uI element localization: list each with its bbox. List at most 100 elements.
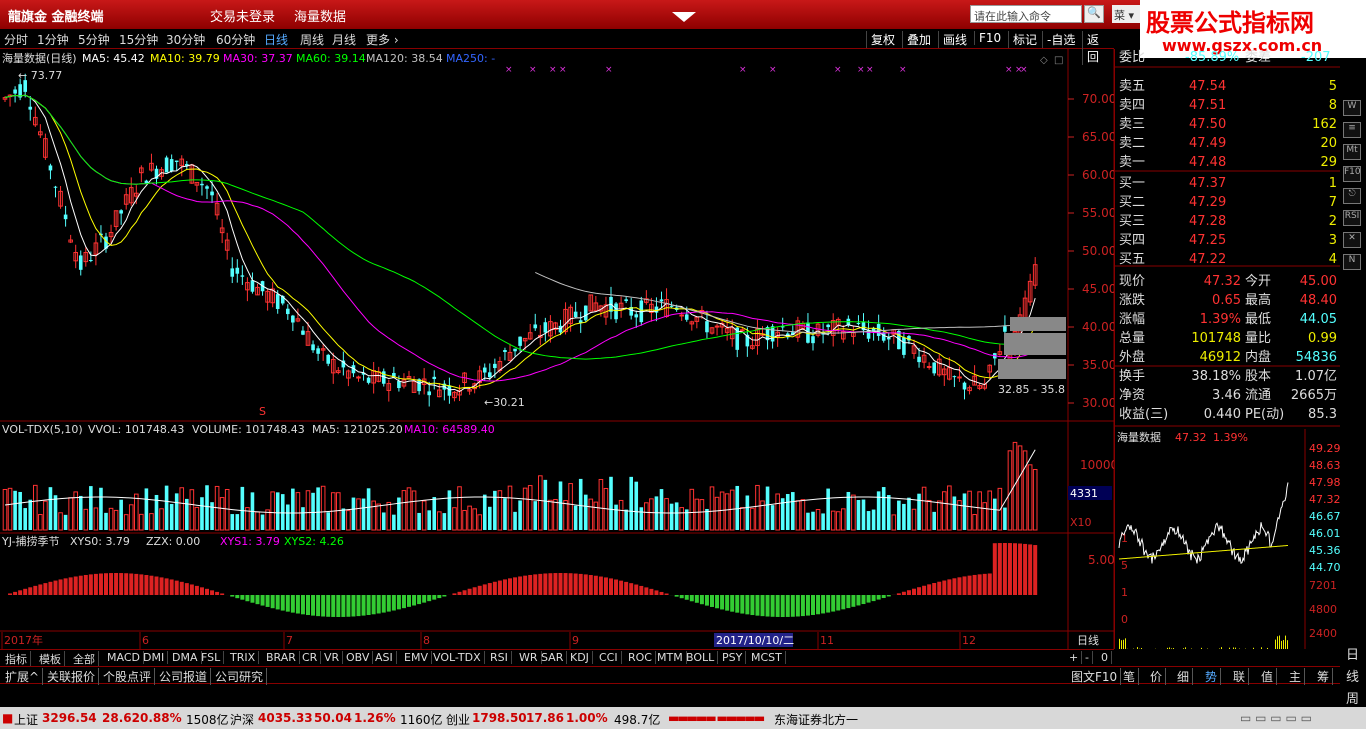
period-0[interactable]: 分时: [4, 31, 28, 48]
mini-tab-3[interactable]: 势: [1202, 668, 1221, 685]
sell-price[interactable]: 47.51: [1189, 98, 1226, 113]
toolbar-button-3[interactable]: F10: [974, 31, 1005, 45]
event-marker[interactable]: ×: [605, 65, 613, 75]
mini-tab-4[interactable]: 联: [1230, 668, 1249, 685]
sell-price[interactable]: 47.54: [1189, 79, 1226, 94]
right-tool-icon-6[interactable]: ✕: [1343, 232, 1361, 248]
menu-stock-name[interactable]: 海量数据: [294, 6, 346, 25]
f10-tab[interactable]: 图文F10: [1068, 668, 1121, 685]
right-vert-label-2[interactable]: 周: [1346, 688, 1359, 707]
main-chart-area[interactable]: 70.00 65.00 60.00 55.00 50.00 45.00 40.00 35.00…: [0, 49, 1114, 649]
command-input[interactable]: 请在此输入命令: [970, 5, 1082, 23]
mini-tab-6[interactable]: 主: [1286, 668, 1305, 685]
bottom-tab-0[interactable]: 扩展^: [2, 668, 43, 685]
right-vert-label-1[interactable]: 线: [1346, 666, 1359, 685]
period-4[interactable]: 30分钟: [166, 31, 205, 48]
nav-button-0[interactable]: +: [1066, 651, 1082, 664]
mini-tab-5[interactable]: 值: [1258, 668, 1277, 685]
diamond-icon[interactable]: ◇: [1040, 55, 1048, 66]
toolbar-button-5[interactable]: -自选: [1042, 31, 1079, 48]
indicator-tab-9[interactable]: CR: [299, 651, 321, 664]
indicator-tab-22[interactable]: BOLL: [683, 651, 718, 664]
indicator-tab-18[interactable]: KDJ: [567, 651, 593, 664]
sell-price[interactable]: 47.50: [1189, 117, 1226, 132]
indicator-tab-12[interactable]: ASI: [372, 651, 397, 664]
buy-price[interactable]: 47.25: [1189, 233, 1226, 248]
buy-price[interactable]: 47.22: [1189, 252, 1226, 267]
indicator-tab-8[interactable]: BRAR: [263, 651, 300, 664]
indicator-tab-0[interactable]: 指标: [2, 651, 31, 667]
event-marker[interactable]: ×: [559, 65, 567, 75]
square-icon[interactable]: □: [1054, 55, 1063, 66]
nav-button-2[interactable]: 0: [1098, 651, 1112, 664]
period-3[interactable]: 15分钟: [119, 31, 158, 48]
period-9[interactable]: 更多 ›: [366, 31, 399, 48]
period-8[interactable]: 月线: [332, 31, 356, 48]
toolbar-button-1[interactable]: 叠加: [902, 31, 935, 48]
mini-tab-2[interactable]: 细: [1174, 668, 1193, 685]
menu-button[interactable]: 菜 ▾: [1112, 5, 1142, 23]
indicator-tab-11[interactable]: OBV: [343, 651, 373, 664]
event-marker[interactable]: ×: [899, 65, 907, 75]
event-marker[interactable]: ×: [529, 65, 537, 75]
menu-login[interactable]: 交易未登录: [210, 6, 275, 25]
buy-price[interactable]: 47.28: [1189, 214, 1226, 229]
collapse-arrow-icon[interactable]: [672, 12, 696, 22]
bottom-tab-1[interactable]: 关联报价: [44, 668, 99, 685]
mini-tab-1[interactable]: 价: [1147, 668, 1166, 685]
mini-tab-7[interactable]: 筹: [1314, 668, 1333, 685]
indicator-tab-13[interactable]: EMV: [401, 651, 432, 664]
bottom-tab-4[interactable]: 公司研究: [212, 668, 267, 685]
toolbar-button-0[interactable]: 复权: [866, 31, 899, 48]
nav-button-1[interactable]: -: [1082, 651, 1093, 664]
indicator-tab-19[interactable]: CCI: [596, 651, 622, 664]
event-marker[interactable]: ×: [505, 65, 513, 75]
event-marker[interactable]: ×: [549, 65, 557, 75]
toolbar-button-2[interactable]: 画线: [938, 31, 971, 48]
period-1[interactable]: 1分钟: [37, 31, 69, 48]
sell-price[interactable]: 47.49: [1189, 136, 1226, 151]
right-vert-label-0[interactable]: 日: [1346, 644, 1359, 663]
indicator-tab-3[interactable]: MACD: [104, 651, 144, 664]
tray-icons[interactable]: ▭ ▭ ▭ ▭ ▭: [1240, 711, 1312, 725]
right-tool-icon-0[interactable]: W: [1343, 100, 1361, 116]
indicator-tab-17[interactable]: SAR: [538, 651, 567, 664]
event-marker[interactable]: ×: [866, 65, 874, 75]
right-tool-icon-3[interactable]: F10: [1343, 166, 1361, 182]
indicator-tab-21[interactable]: MTM: [654, 651, 687, 664]
right-tool-icon-5[interactable]: RSI: [1343, 210, 1361, 226]
indicator-tab-10[interactable]: VR: [321, 651, 343, 664]
indicator-tab-1[interactable]: 模板: [36, 651, 65, 667]
indicator-tab-20[interactable]: ROC: [625, 651, 656, 664]
event-marker[interactable]: ×: [857, 65, 865, 75]
toolbar-button-4[interactable]: 标记: [1008, 31, 1041, 48]
sell-price[interactable]: 47.48: [1189, 155, 1226, 170]
right-tool-icon-1[interactable]: ≡: [1343, 122, 1361, 138]
period-7[interactable]: 周线: [300, 31, 324, 48]
indicator-tab-5[interactable]: DMA: [169, 651, 202, 664]
indicator-tab-14[interactable]: VOL-TDX: [430, 651, 485, 664]
period-5[interactable]: 60分钟: [216, 31, 255, 48]
bottom-tab-3[interactable]: 公司报道: [156, 668, 211, 685]
right-tool-icon-4[interactable]: ⎋: [1343, 188, 1361, 204]
buy-price[interactable]: 47.29: [1189, 195, 1226, 210]
indicator-tab-23[interactable]: PSY: [719, 651, 746, 664]
event-marker[interactable]: ×: [739, 65, 747, 75]
search-icon[interactable]: 🔍: [1084, 5, 1104, 23]
right-tool-icon-2[interactable]: Mt: [1343, 144, 1361, 160]
period-2[interactable]: 5分钟: [78, 31, 110, 48]
bottom-tab-2[interactable]: 个股点评: [100, 668, 155, 685]
indicator-tab-24[interactable]: MCST: [748, 651, 786, 664]
event-marker[interactable]: ×: [1020, 65, 1028, 75]
buy-price[interactable]: 47.37: [1189, 176, 1226, 191]
kline-chart[interactable]: 70.0065.0060.0055.0050.0045.0040.0035.00…: [0, 49, 1114, 649]
indicator-tab-4[interactable]: DMI: [140, 651, 168, 664]
event-marker[interactable]: ×: [1005, 65, 1013, 75]
right-tool-icon-7[interactable]: N: [1343, 254, 1361, 270]
event-marker[interactable]: ×: [769, 65, 777, 75]
event-marker[interactable]: ×: [834, 65, 842, 75]
indicator-tab-15[interactable]: RSI: [487, 651, 512, 664]
mini-tab-0[interactable]: 笔: [1120, 668, 1139, 685]
indicator-tab-2[interactable]: 全部: [70, 651, 99, 667]
indicator-tab-6[interactable]: FSL: [198, 651, 224, 664]
